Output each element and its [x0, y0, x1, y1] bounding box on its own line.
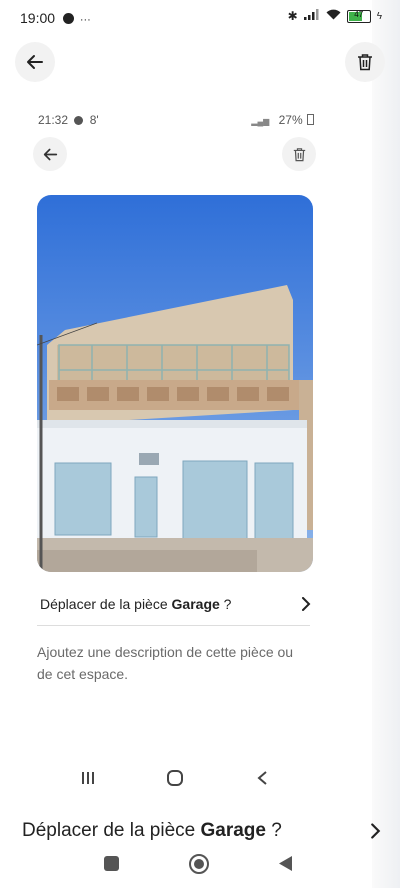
- background-edge: [372, 0, 400, 888]
- battery-icon: 47: [346, 9, 371, 23]
- bottom-move-room-label: Déplacer de la pièce Garage ?: [22, 820, 282, 841]
- recents-icon[interactable]: [80, 770, 96, 786]
- bluetooth-icon: ✱: [287, 9, 298, 23]
- inner-nav-bar: [0, 760, 350, 796]
- back-button[interactable]: [15, 42, 55, 82]
- inner-notification-icon: [74, 116, 84, 125]
- status-icons: ✱ 47 ϟ: [288, 9, 382, 23]
- back-nav-icon[interactable]: [256, 770, 268, 786]
- arrow-left-icon: [43, 148, 57, 160]
- bottom-move-room-row[interactable]: Déplacer de la pièce Garage ?: [22, 820, 382, 842]
- chevron-right-icon: [371, 823, 381, 839]
- notification-icon: [62, 13, 74, 24]
- inner-delete-button[interactable]: [282, 137, 316, 171]
- move-room-row[interactable]: Déplacer de la pièce Garage ?: [40, 590, 312, 618]
- building-photo-illustration: [37, 195, 313, 572]
- inner-status-right: ▂▄▆ 27%: [251, 113, 314, 127]
- room-photo[interactable]: [37, 195, 313, 572]
- delete-button[interactable]: [345, 42, 385, 82]
- inner-battery-icon: [307, 114, 314, 125]
- inner-status-bar: 21:32 8' ▂▄▆ 27%: [38, 113, 314, 127]
- triangle-back-icon[interactable]: [278, 855, 293, 872]
- description-input[interactable]: Ajoutez une description de cette pièce o…: [37, 641, 312, 685]
- divider: [37, 625, 310, 626]
- square-recents-icon[interactable]: [104, 856, 119, 871]
- inner-back-button[interactable]: [33, 137, 67, 171]
- status-bar: 19:00 ··· ✱ 47 ϟ: [0, 0, 400, 36]
- trash-icon: [293, 147, 305, 161]
- wifi-icon: [326, 9, 341, 23]
- move-room-label: Déplacer de la pièce Garage ?: [40, 596, 232, 612]
- chevron-right-icon: [302, 597, 311, 611]
- inner-signal-icon: ▂▄▆: [251, 117, 270, 126]
- more-notifications-icon: ···: [79, 14, 91, 26]
- signal-icon: [303, 9, 320, 23]
- status-time: 19:00 ···: [20, 10, 91, 26]
- arrow-left-icon: [27, 55, 43, 69]
- system-nav-bar: [0, 848, 400, 880]
- home-icon[interactable]: [166, 769, 184, 787]
- charging-icon: ϟ: [376, 10, 382, 22]
- circle-home-icon[interactable]: [188, 853, 210, 875]
- trash-icon: [358, 54, 372, 71]
